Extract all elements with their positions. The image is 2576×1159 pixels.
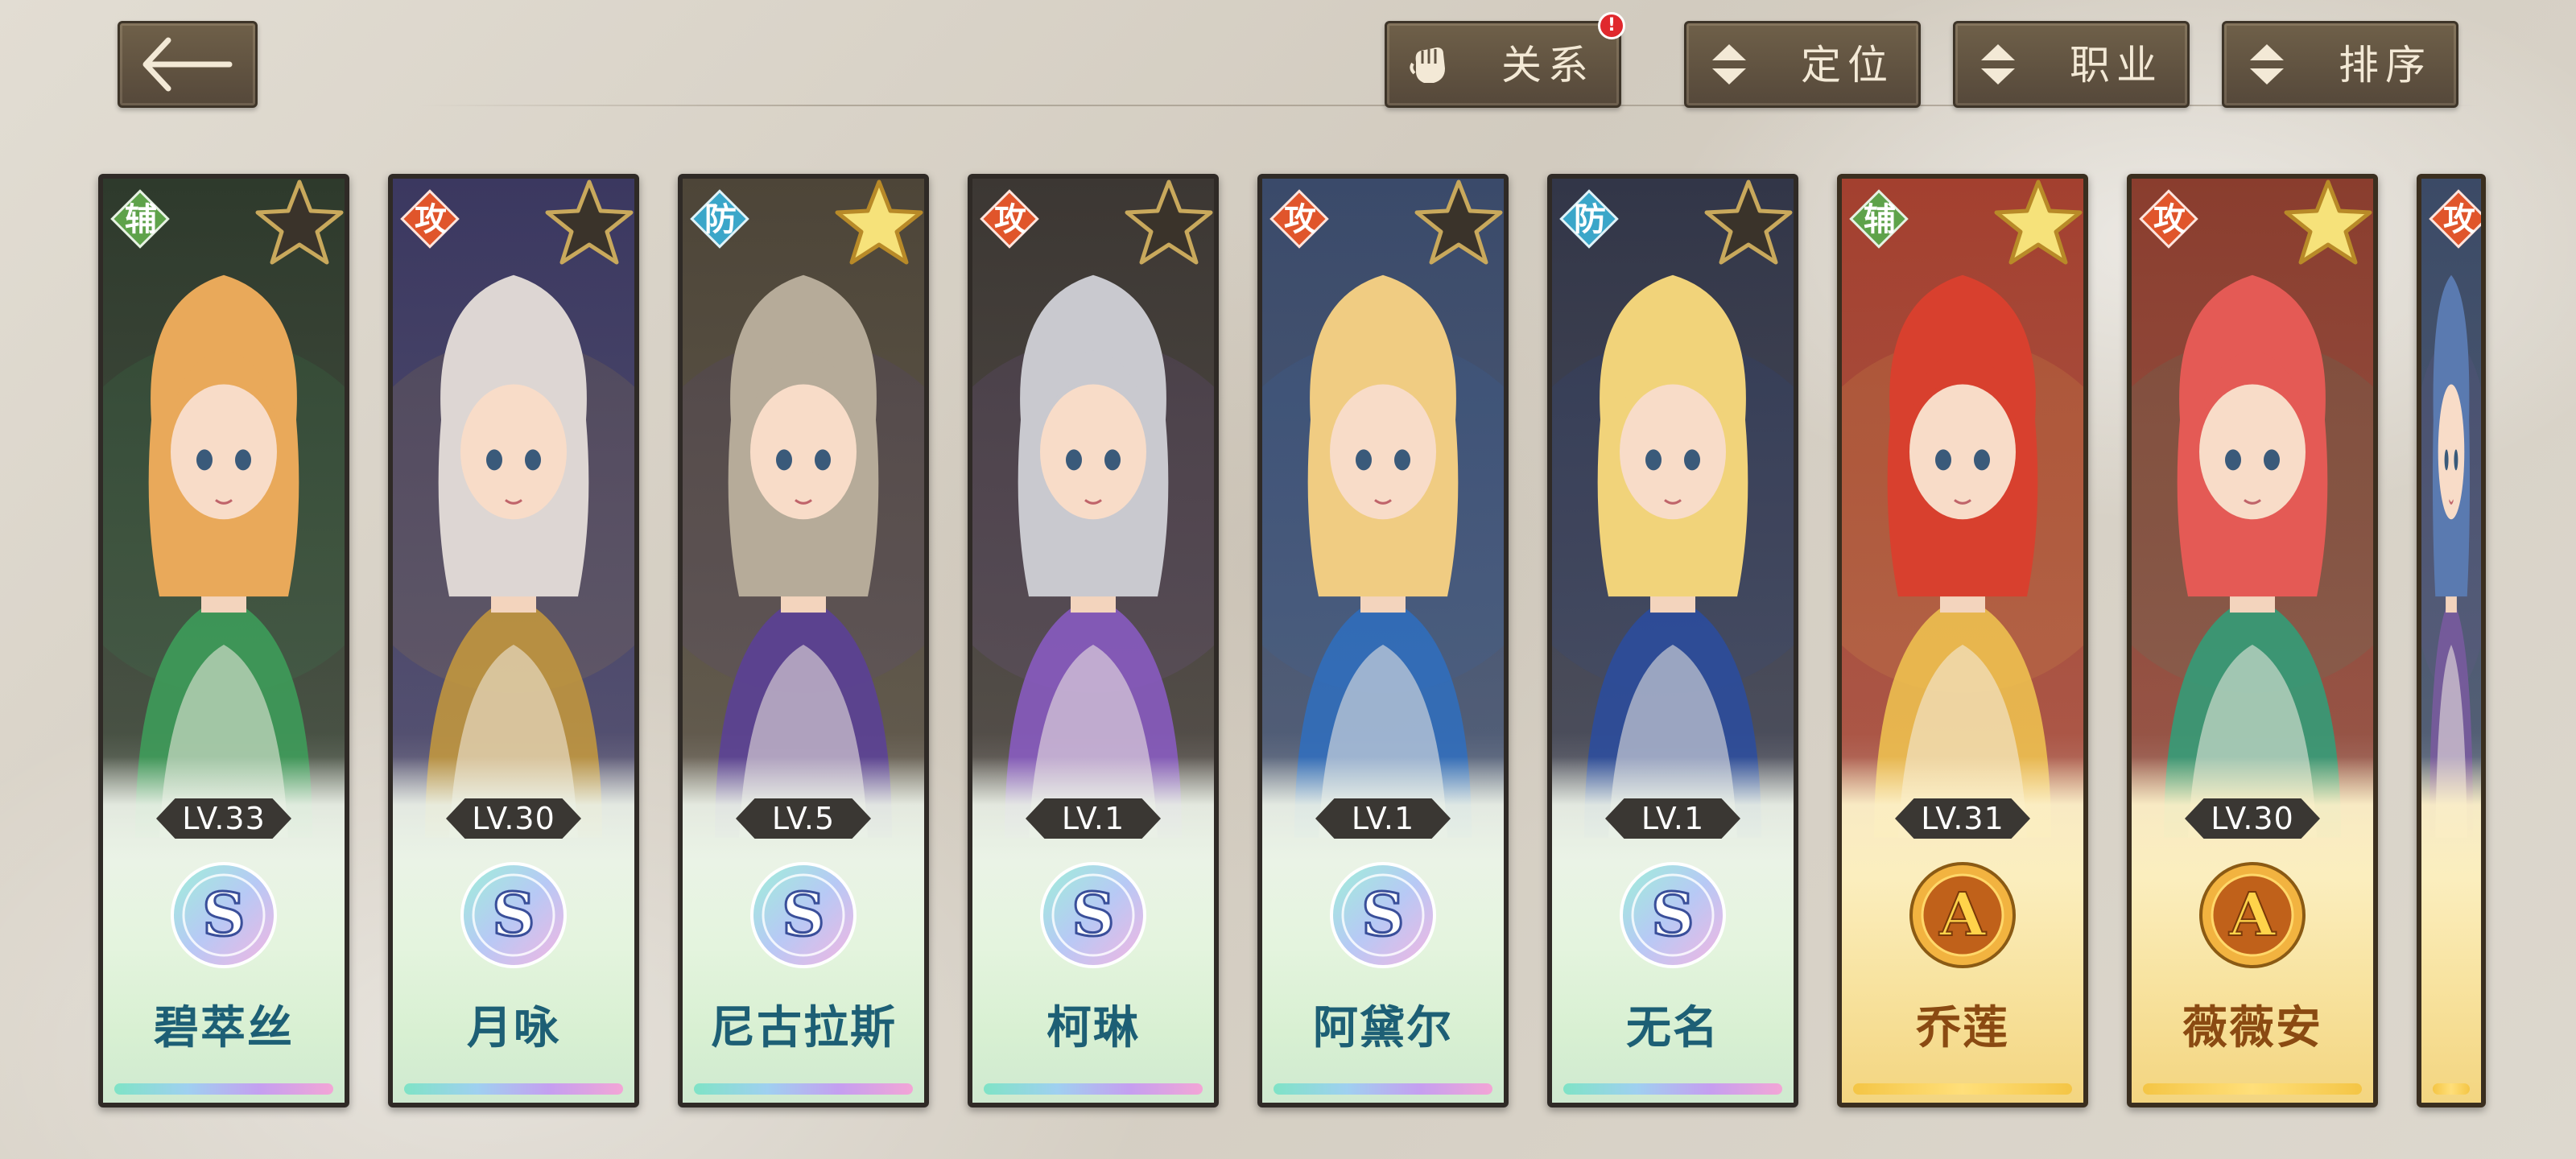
role-badge: 攻 <box>2429 189 2481 250</box>
role-label: 辅 <box>125 201 157 238</box>
character-name: 尼古拉斯 <box>710 1002 897 1054</box>
star-icon <box>1704 179 1793 265</box>
character-name: 无名 <box>1626 1002 1719 1054</box>
sort-button[interactable]: 排序 <box>2222 21 2458 108</box>
role-badge: 防 <box>1559 189 1620 250</box>
class-filter-label: 职业 <box>2070 42 2163 89</box>
card-bottom-bar <box>404 1083 623 1095</box>
svg-text:S: S <box>1071 881 1114 950</box>
card-bottom-bar <box>694 1083 913 1095</box>
svg-text:S: S <box>202 881 245 950</box>
arrow-left-icon <box>142 37 233 92</box>
star-icon <box>2284 179 2372 265</box>
star-icon <box>1125 179 1213 265</box>
level-label: LV.31 <box>1895 798 2030 839</box>
role-badge: 辅 <box>110 189 171 250</box>
role-badge: 攻 <box>2139 189 2199 250</box>
level-label: LV.1 <box>1026 798 1161 839</box>
card-bottom-bar <box>984 1083 1203 1095</box>
role-label: 攻 <box>1284 201 1316 238</box>
role-label: 防 <box>704 201 737 238</box>
role-badge: 攻 <box>980 189 1040 250</box>
sort-label: 排序 <box>2339 42 2432 89</box>
level-label: LV.1 <box>1315 798 1451 839</box>
svg-text:A: A <box>1938 881 1987 950</box>
character-card[interactable]: 攻 LV.1 S 阿黛尔 <box>1257 174 1509 1107</box>
relation-label: 关系 <box>1501 42 1595 89</box>
back-button[interactable] <box>118 21 258 108</box>
notification-badge: ! <box>1598 12 1625 39</box>
character-name: 碧萃丝 <box>154 1002 294 1054</box>
role-label: 攻 <box>2153 201 2186 238</box>
sort-arrows-icon <box>2250 44 2284 85</box>
character-card[interactable]: 防 LV.5 S 尼古拉斯 <box>678 174 929 1107</box>
role-label: 攻 <box>415 201 447 238</box>
star-icon <box>1414 179 1503 265</box>
role-label: 攻 <box>2443 201 2475 238</box>
sort-arrows-icon <box>1712 44 1746 85</box>
star-icon <box>835 179 923 265</box>
role-label: 防 <box>1574 201 1606 238</box>
role-label: 辅 <box>1864 201 1896 238</box>
rank-A-icon: A <box>1909 862 2016 968</box>
star-icon <box>255 179 344 265</box>
card-info-panel <box>2421 757 2481 1103</box>
level-label: LV.33 <box>156 798 291 839</box>
sort-arrows-icon <box>1981 44 2015 85</box>
svg-text:S: S <box>1361 881 1404 950</box>
role-badge: 防 <box>690 189 750 250</box>
character-name: 乔莲 <box>1916 1002 2009 1054</box>
svg-text:S: S <box>782 881 824 950</box>
svg-text:A: A <box>2228 881 2277 950</box>
character-card[interactable]: 攻 LV.30 A 薇薇安 <box>2127 174 2378 1107</box>
card-bottom-bar <box>2143 1083 2362 1095</box>
fist-icon <box>1410 47 1445 83</box>
card-bottom-bar <box>2433 1083 2470 1095</box>
card-bottom-bar <box>1563 1083 1782 1095</box>
character-card[interactable]: 攻 LV.30 S 月咏 <box>388 174 639 1107</box>
star-icon <box>545 179 634 265</box>
character-card[interactable]: 攻 LV.1 S 柯琳 <box>968 174 1219 1107</box>
rank-A-icon: A <box>2199 862 2306 968</box>
character-name: 薇薇安 <box>2182 1002 2322 1054</box>
character-name: 柯琳 <box>1046 1002 1140 1054</box>
character-card[interactable]: 辅 LV.31 A 乔莲 <box>1837 174 2088 1107</box>
card-bottom-bar <box>114 1083 333 1095</box>
card-bottom-bar <box>1274 1083 1492 1095</box>
class-filter-button[interactable]: 职业 <box>1953 21 2190 108</box>
card-bottom-bar <box>1853 1083 2072 1095</box>
rank-S-icon: S <box>1330 862 1436 968</box>
rank-S-icon: S <box>1620 862 1726 968</box>
character-name: 阿黛尔 <box>1313 1002 1453 1054</box>
svg-text:S: S <box>492 881 535 950</box>
rank-S-icon: S <box>171 862 277 968</box>
level-label: LV.30 <box>2185 798 2320 839</box>
character-card[interactable]: 防 LV.1 S 无名 <box>1547 174 1798 1107</box>
role-label: 攻 <box>994 201 1026 238</box>
character-card[interactable]: 辅 LV.33 S 碧萃丝 <box>98 174 349 1107</box>
rank-S-icon: S <box>460 862 567 968</box>
character-card[interactable]: 攻 <box>2417 174 2486 1107</box>
role-badge: 攻 <box>400 189 460 250</box>
star-icon <box>1994 179 2083 265</box>
rank-S-icon: S <box>750 862 857 968</box>
role-badge: 攻 <box>1269 189 1330 250</box>
svg-text:S: S <box>1651 881 1694 950</box>
relation-button[interactable]: 关系 ! <box>1385 12 1625 108</box>
level-label: LV.1 <box>1605 798 1740 839</box>
position-filter-button[interactable]: 定位 <box>1684 21 1921 108</box>
level-label: LV.5 <box>736 798 871 839</box>
level-label: LV.30 <box>446 798 581 839</box>
character-name: 月咏 <box>467 1002 560 1054</box>
rank-S-icon: S <box>1040 862 1146 968</box>
position-filter-label: 定位 <box>1801 42 1894 89</box>
role-badge: 辅 <box>1849 189 1909 250</box>
